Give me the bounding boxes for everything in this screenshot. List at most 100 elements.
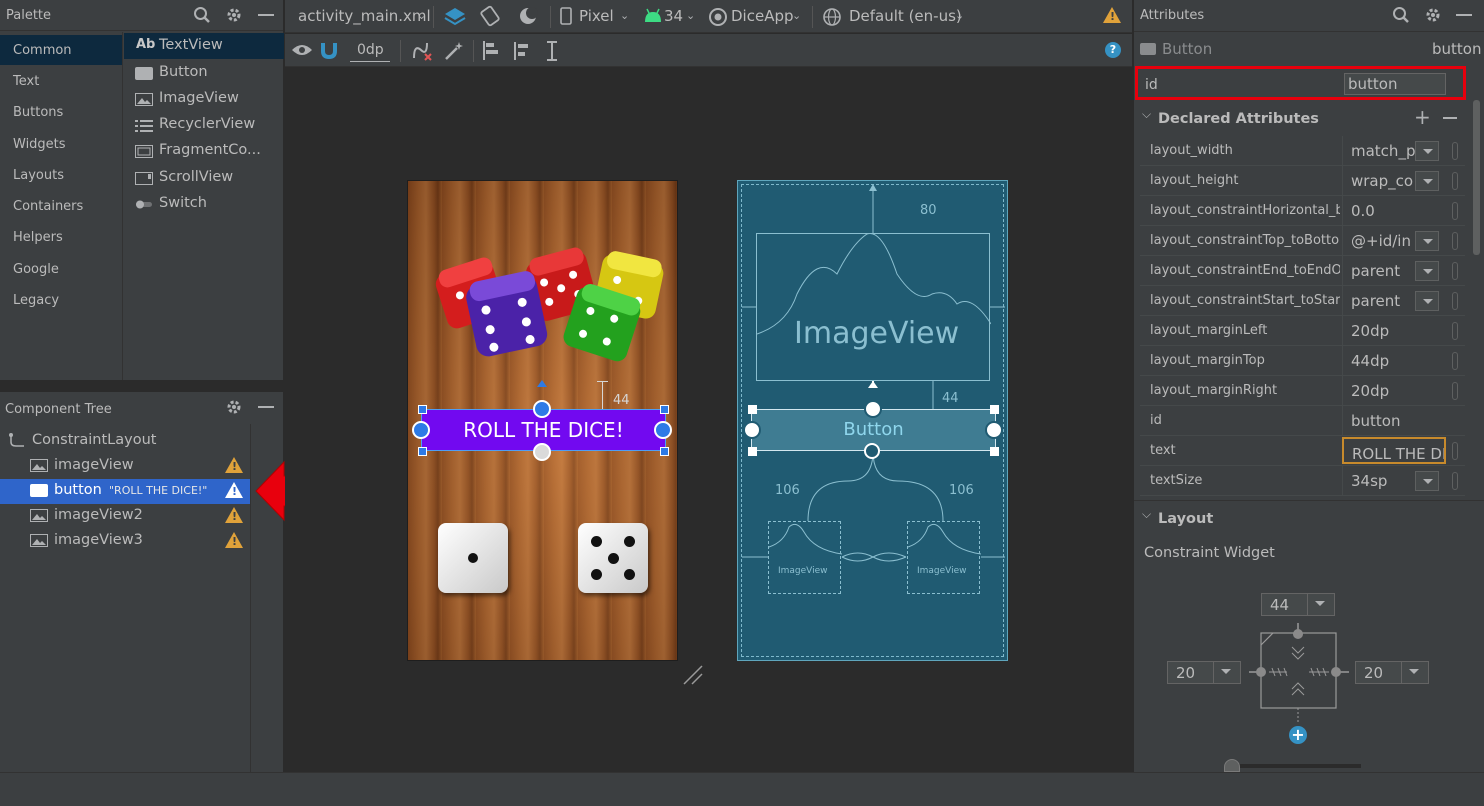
- gear-icon[interactable]: [1424, 6, 1442, 24]
- blueprint-imageview[interactable]: ImageView: [756, 233, 991, 381]
- tree-item-imageview3[interactable]: imageView3 !: [0, 529, 250, 554]
- bias-slider-thumb[interactable]: [1224, 759, 1240, 772]
- constraint-handle-right[interactable]: [654, 421, 672, 439]
- id-input[interactable]: [1344, 73, 1446, 95]
- resize-handle[interactable]: [748, 405, 757, 414]
- palette-category-containers[interactable]: Containers: [0, 191, 122, 221]
- attr-row-layout-height[interactable]: layout_height wrap_co: [1140, 166, 1465, 196]
- magic-wand-icon[interactable]: [443, 40, 465, 62]
- help-icon[interactable]: ?: [1105, 42, 1121, 58]
- dropdown-button[interactable]: [1415, 471, 1439, 491]
- search-icon[interactable]: [193, 6, 211, 24]
- warning-icon[interactable]: !: [1103, 7, 1121, 23]
- palette-item-switch[interactable]: Switch: [124, 191, 284, 217]
- palette-category-common[interactable]: Common: [0, 35, 122, 65]
- attr-row-margin-right[interactable]: layout_marginRight 20dp: [1140, 376, 1465, 406]
- design-preview[interactable]: 44 ROLL THE DICE!: [407, 180, 678, 661]
- resize-corner-icon[interactable]: [682, 664, 704, 686]
- constraint-handle-left[interactable]: [743, 421, 761, 439]
- resize-handle[interactable]: [660, 447, 669, 456]
- right-margin-dropdown[interactable]: 20: [1355, 661, 1429, 684]
- resource-picker[interactable]: [1452, 292, 1458, 310]
- dropdown-button[interactable]: [1307, 594, 1331, 615]
- blueprint-imageview3[interactable]: ImageView: [907, 521, 981, 594]
- resource-picker[interactable]: [1452, 232, 1458, 250]
- blueprint-preview[interactable]: 80 ImageView 44 Button 106 106 ImageView…: [737, 180, 1008, 661]
- bias-slider-track[interactable]: [1226, 764, 1361, 768]
- constraint-handle-left[interactable]: [412, 421, 430, 439]
- dropdown-button[interactable]: [1213, 662, 1237, 683]
- layers-icon[interactable]: [443, 5, 467, 27]
- resource-picker[interactable]: [1452, 442, 1458, 460]
- dropdown-button[interactable]: [1415, 261, 1439, 281]
- night-mode-icon[interactable]: [517, 5, 541, 27]
- attr-value[interactable]: button: [1342, 406, 1442, 435]
- palette-category-layouts[interactable]: Layouts: [0, 160, 122, 190]
- attr-row-horizontal-bias[interactable]: layout_constraintHorizontal_bi... 0.0: [1140, 196, 1465, 226]
- file-selector[interactable]: activity_main.xml: [298, 7, 431, 25]
- constraint-handle-bottom[interactable]: [864, 443, 880, 459]
- palette-item-recyclerview[interactable]: RecyclerView: [124, 112, 284, 138]
- warning-icon[interactable]: !: [225, 507, 243, 523]
- attr-row-constraint-end[interactable]: layout_constraintEnd_toEndOf parent: [1140, 256, 1465, 286]
- gear-icon[interactable]: [225, 398, 243, 416]
- palette-item-textview[interactable]: Ab TextView: [124, 33, 284, 59]
- device-selector[interactable]: Pixel: [579, 7, 614, 25]
- default-margin-field[interactable]: 0dp: [350, 40, 390, 62]
- tree-item-constraintlayout[interactable]: ConstraintLayout: [0, 429, 250, 454]
- palette-category-widgets[interactable]: Widgets: [0, 129, 122, 159]
- magnet-icon[interactable]: [319, 41, 339, 59]
- resize-handle[interactable]: [748, 447, 757, 456]
- warning-icon[interactable]: !: [225, 532, 243, 548]
- resource-picker[interactable]: [1452, 382, 1458, 400]
- tree-item-button[interactable]: button "ROLL THE DICE!" !: [0, 479, 250, 504]
- resize-handle[interactable]: [418, 405, 427, 414]
- palette-category-google[interactable]: Google: [0, 254, 122, 284]
- eye-icon[interactable]: [291, 42, 313, 58]
- remove-icon[interactable]: [1443, 117, 1457, 119]
- resource-picker[interactable]: [1452, 472, 1458, 490]
- resize-handle[interactable]: [990, 447, 999, 456]
- pack-icon[interactable]: [483, 40, 505, 62]
- search-icon[interactable]: [1392, 6, 1410, 24]
- dropdown-button[interactable]: [1415, 141, 1439, 161]
- dropdown-button[interactable]: [1415, 171, 1439, 191]
- attr-row-text-size[interactable]: textSize 34sp: [1140, 466, 1465, 496]
- resize-handle[interactable]: [660, 405, 669, 414]
- palette-category-legacy[interactable]: Legacy: [0, 285, 122, 315]
- attr-value[interactable]: 44dp: [1342, 346, 1442, 375]
- resource-picker[interactable]: [1452, 202, 1458, 220]
- constraint-handle-right[interactable]: [985, 421, 1003, 439]
- constraint-handle-bottom[interactable]: [533, 443, 551, 461]
- palette-item-scrollview[interactable]: ScrollView: [124, 165, 284, 191]
- palette-category-helpers[interactable]: Helpers: [0, 222, 122, 252]
- minimize-icon[interactable]: [258, 406, 274, 408]
- text-value-field[interactable]: ROLL THE DIC: [1342, 437, 1446, 464]
- attr-value[interactable]: 20dp: [1342, 376, 1442, 405]
- resource-picker[interactable]: [1452, 352, 1458, 370]
- palette-item-imageview[interactable]: ImageView: [124, 86, 284, 112]
- warning-icon[interactable]: !: [225, 482, 243, 498]
- dropdown-button[interactable]: [1401, 662, 1425, 683]
- resource-picker[interactable]: [1452, 262, 1458, 280]
- attr-row-margin-left[interactable]: layout_marginLeft 20dp: [1140, 316, 1465, 346]
- attr-row-margin-top[interactable]: layout_marginTop 44dp: [1140, 346, 1465, 376]
- align-icon[interactable]: [513, 40, 535, 62]
- attr-row-constraint-top[interactable]: layout_constraintTop_toBotto... @+id/in: [1140, 226, 1465, 256]
- declared-attributes-header[interactable]: ⌵ Declared Attributes +: [1134, 103, 1484, 133]
- palette-item-fragmentcontainer[interactable]: FragmentCo...: [124, 138, 284, 164]
- attr-value[interactable]: 20dp: [1342, 316, 1442, 345]
- left-margin-dropdown[interactable]: 20: [1167, 661, 1241, 684]
- resource-picker[interactable]: [1452, 322, 1458, 340]
- attr-row-text[interactable]: text ROLL THE DIC: [1140, 436, 1465, 466]
- resize-handle[interactable]: [990, 405, 999, 414]
- attr-value[interactable]: 0.0: [1342, 196, 1442, 225]
- minimize-icon[interactable]: [258, 14, 274, 16]
- attr-row-id[interactable]: id button: [1140, 406, 1465, 436]
- attr-row-constraint-start[interactable]: layout_constraintStart_toStart... parent: [1140, 286, 1465, 316]
- tree-item-imageview[interactable]: imageView !: [0, 454, 250, 479]
- resource-picker[interactable]: [1452, 172, 1458, 190]
- add-icon[interactable]: +: [1414, 105, 1431, 129]
- constraint-handle-top[interactable]: [533, 400, 551, 418]
- guidelines-icon[interactable]: [543, 40, 565, 62]
